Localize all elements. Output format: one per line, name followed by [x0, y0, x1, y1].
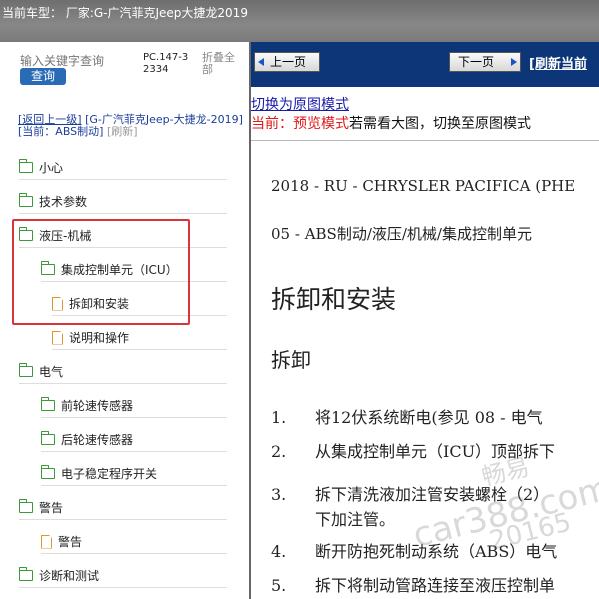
arrow-right-icon: [511, 58, 517, 66]
step-text: 拆下将制动管路连接至液压控制单: [315, 576, 556, 595]
doc-subheading: 拆卸: [271, 348, 311, 372]
tree-item-electrical[interactable]: 电气: [18, 360, 227, 384]
next-page-label: 下一页: [458, 55, 495, 69]
arrow-left-icon: [258, 58, 264, 66]
tree-item-caution[interactable]: 小心: [18, 156, 227, 180]
step-item: 1. 将12伏系统断电(参见 08 - 电气: [271, 404, 543, 428]
step-item: 3. 拆下清洗液加注管安装螺栓（2）: [271, 481, 549, 505]
next-page-button[interactable]: 下一页: [449, 52, 521, 72]
refresh-link[interactable]: [刷新]: [107, 125, 138, 138]
tree-item-label: 警告: [58, 535, 83, 549]
title-bar: 当前车型： 厂家:G-广汽菲克Jeep大捷龙2019: [0, 0, 599, 42]
step-item: 4. 断开防抱死制动系统（ABS）电气: [271, 538, 557, 562]
refresh-current-link[interactable]: [刷新当前: [529, 53, 587, 72]
folder-icon: [18, 159, 33, 173]
step-number: 4.: [271, 542, 287, 561]
folder-icon: [40, 397, 55, 411]
content-toolbar: 上一页 下一页 [刷新当前: [251, 42, 599, 87]
step-item: 2. 从集成控制单元（ICU）顶部拆下: [271, 438, 555, 462]
folder-icon: [40, 465, 55, 479]
tree-item-label: 技术参数: [39, 195, 88, 209]
document-icon: [52, 330, 63, 345]
breadcrumb-current: [当前：ABS制动]: [18, 125, 104, 138]
tree-item-label: 小心: [39, 161, 64, 175]
search-input[interactable]: [20, 53, 104, 69]
tree-item-label: 说明和操作: [69, 331, 130, 345]
vehicle-title: 当前车型： 厂家:G-广汽菲克Jeep大捷龙2019: [2, 6, 248, 20]
tree-item-label: 后轮速传感器: [61, 433, 134, 447]
tree-item-diagnosis-testing[interactable]: 诊断和测试: [18, 564, 227, 588]
part-code: PC.147-32334: [143, 52, 189, 75]
preview-mode-notice: 当前：预览模式若需看大图，切换至原图模式: [251, 113, 531, 133]
highlight-annotation: [12, 219, 190, 325]
prev-page-button[interactable]: 上一页: [254, 52, 320, 72]
step-text: 断开防抱死制动系统（ABS）电气: [315, 542, 558, 561]
step-number: 1.: [271, 408, 287, 427]
doc-header: 2018 - RU - CHRYSLER PACIFICA (PHE: [271, 177, 576, 195]
tree-item-warning-folder[interactable]: 警告: [18, 496, 227, 520]
folder-icon: [40, 431, 55, 445]
tree-item-label: 电子稳定程序开关: [61, 467, 158, 481]
collapse-all-button[interactable]: 折叠全部: [202, 52, 242, 76]
separator: [251, 140, 599, 141]
tree-item-front-wheel-sensor[interactable]: 前轮速传感器: [40, 394, 227, 418]
document-icon: [41, 534, 52, 549]
tree-item-description-operation[interactable]: 说明和操作: [52, 326, 227, 350]
doc-heading: 拆卸和安装: [271, 285, 397, 314]
folder-icon: [18, 193, 33, 207]
folder-open-icon: [18, 499, 33, 513]
step-number: 5.: [271, 576, 287, 595]
tree-item-label: 电气: [39, 365, 64, 379]
tree-item-esp-switch[interactable]: 电子稳定程序开关: [40, 462, 227, 486]
tree-item-warning-doc[interactable]: 警告: [41, 530, 227, 554]
content-panel: 上一页 下一页 [刷新当前 切换为原图模式 当前：预览模式若需看大图，切换至原图…: [251, 42, 599, 599]
preview-mode-label: 当前：预览模式: [251, 116, 349, 132]
folder-open-icon: [18, 567, 33, 581]
tree-item-label: 诊断和测试: [39, 569, 100, 583]
switch-original-mode-link[interactable]: 切换为原图模式: [251, 94, 349, 114]
step-number: 3.: [271, 485, 287, 504]
sidebar: 查询 PC.147-32334 折叠全部 [返回上一级] [G-广汽菲克Jeep…: [0, 42, 249, 599]
breadcrumb: [返回上一级] [G-广汽菲克Jeep-大捷龙-2019] [当前：ABS制动]…: [18, 114, 246, 138]
tree-item-specifications[interactable]: 技术参数: [18, 190, 227, 214]
step-text: 将12伏系统断电(参见 08 - 电气: [315, 408, 543, 427]
step-number: 2.: [271, 442, 287, 461]
step-text: 拆下清洗液加注管安装螺栓（2）: [315, 485, 550, 504]
step-item: 5. 拆下将制动管路连接至液压控制单: [271, 572, 555, 596]
step-text: 从集成控制单元（ICU）顶部拆下: [315, 442, 556, 461]
tree-item-rear-wheel-sensor[interactable]: 后轮速传感器: [40, 428, 227, 452]
tree-item-label: 前轮速传感器: [61, 399, 134, 413]
preview-hint: 若需看大图，切换至原图模式: [349, 116, 531, 132]
prev-page-label: 上一页: [270, 55, 307, 69]
step-continuation: 下加注管。: [315, 510, 396, 529]
folder-open-icon: [18, 363, 33, 377]
tree-item-label: 警告: [39, 501, 64, 515]
doc-section: 05 - ABS制动/液压/机械/集成控制单元: [271, 225, 532, 243]
query-button[interactable]: 查询: [20, 68, 66, 85]
